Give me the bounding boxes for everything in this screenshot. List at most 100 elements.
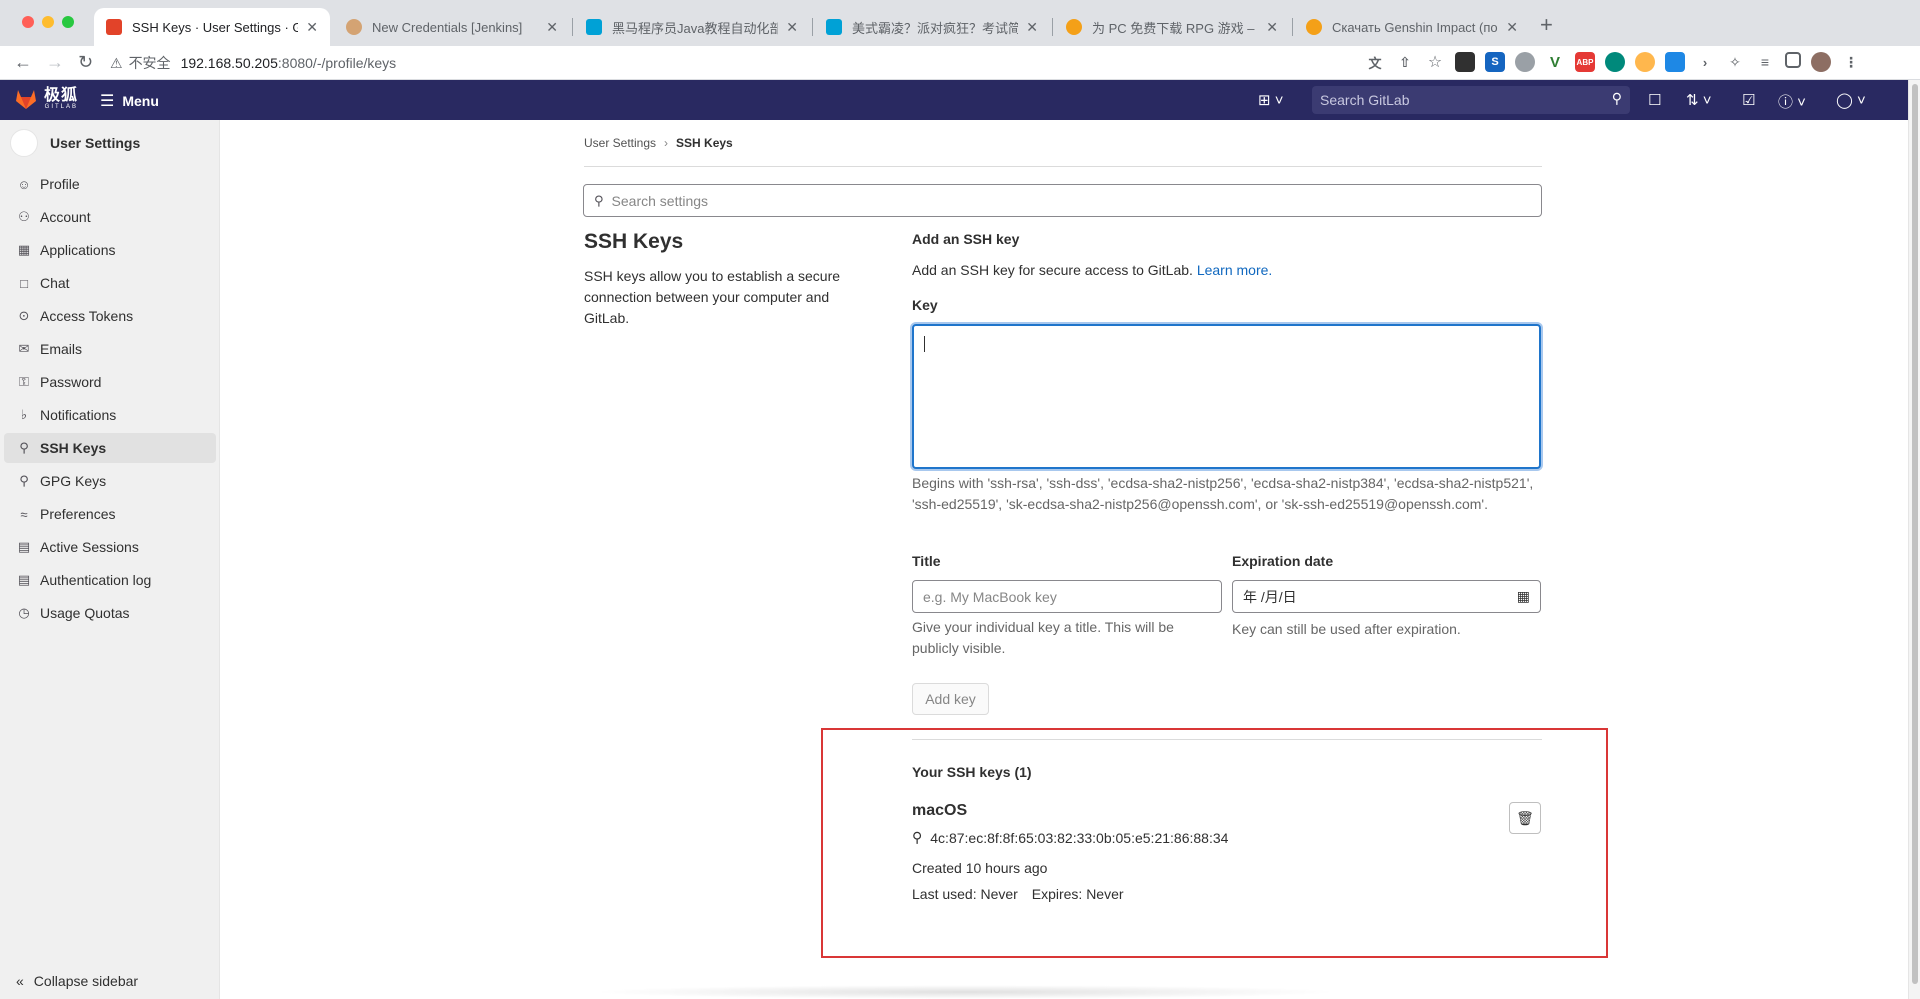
reading-list-icon[interactable]: ≡ — [1755, 52, 1775, 72]
tab-close-icon[interactable]: ✕ — [1266, 19, 1278, 36]
add-key-button[interactable]: Add key — [912, 683, 989, 715]
breadcrumb: User Settings › SSH Keys — [584, 136, 733, 150]
minimize-window-button[interactable] — [42, 16, 54, 28]
tab-separator — [1052, 18, 1053, 36]
issues-icon[interactable]: ☐ — [1648, 91, 1661, 109]
tab-close-icon[interactable]: ✕ — [1026, 19, 1038, 36]
forward-arrow-icon[interactable]: → — [46, 52, 64, 73]
todo-icon[interactable]: ☑ — [1742, 91, 1755, 109]
page-scrollbar[interactable] — [1908, 80, 1920, 999]
jenkins-favicon-icon — [346, 19, 362, 35]
browser-tab[interactable]: 为 PC 免费下载 RPG 游戏 – 《原神》 ✕ — [1054, 8, 1290, 46]
adblock-icon[interactable]: ABP — [1575, 52, 1595, 72]
extension-icon[interactable] — [1635, 52, 1655, 72]
key-help-text: Begins with 'ssh-rsa', 'ssh-dss', 'ecdsa… — [912, 475, 1534, 512]
search-placeholder: Search GitLab — [1320, 92, 1410, 108]
tab-close-icon[interactable]: ✕ — [786, 19, 798, 36]
sidebar-item-applications[interactable]: ▦ Applications — [4, 235, 216, 265]
search-settings-input[interactable]: ⚲ Search settings — [583, 184, 1542, 217]
search-gitlab-input[interactable]: Search GitLab ⚲ — [1312, 86, 1630, 114]
scrollbar-thumb[interactable] — [1912, 84, 1918, 984]
profile-avatar-icon[interactable] — [1811, 52, 1831, 72]
reload-icon[interactable]: ↻ — [78, 52, 93, 73]
browser-menu-icon[interactable]: ⋮ — [1841, 52, 1861, 72]
browser-tab[interactable]: New Credentials [Jenkins] ✕ — [334, 8, 570, 46]
trash-icon: 🗑 — [1516, 809, 1534, 826]
sidebar-item-usage-quotas[interactable]: ◷ Usage Quotas — [4, 598, 216, 628]
sidebar-item-emails[interactable]: ✉ Emails — [4, 334, 216, 364]
breadcrumb-current[interactable]: SSH Keys — [676, 136, 733, 150]
breadcrumb-parent[interactable]: User Settings — [584, 136, 656, 150]
quota-icon: ◷ — [18, 605, 30, 620]
sidebar-item-profile[interactable]: ☺ Profile — [4, 169, 216, 199]
sidebar-item-preferences[interactable]: ≈ Preferences — [4, 499, 216, 529]
preferences-icon: ≈ — [20, 506, 28, 522]
chevron-right-icon: › — [664, 136, 669, 150]
insecure-label: 不安全 — [128, 55, 171, 71]
menu-button[interactable]: ☰ Menu — [100, 91, 159, 111]
browser-tab[interactable]: Скачать Genshin Impact (последняя версия… — [1294, 8, 1530, 46]
close-window-button[interactable] — [22, 16, 34, 28]
new-item-dropdown-icon[interactable]: ⊞ ˅ — [1258, 91, 1284, 109]
sidebar-item-label: SSH Keys — [40, 440, 107, 456]
sidebar-item-authentication-log[interactable]: ▤ Authentication log — [4, 565, 216, 595]
ssh-key-title[interactable]: macOS — [912, 802, 967, 820]
last-used-text: Last used: Never — [912, 886, 1018, 902]
merge-requests-icon[interactable]: ⇅ ˅ — [1686, 91, 1712, 109]
sidebar-item-password[interactable]: ⚿ Password — [4, 367, 216, 397]
extension-icon[interactable] — [1515, 52, 1535, 72]
sidebar-item-label: Notifications — [40, 407, 117, 423]
extension-v-icon[interactable]: V — [1545, 52, 1565, 72]
sidebar-item-access-tokens[interactable]: ⊙ Access Tokens — [4, 301, 216, 331]
sidebar-title[interactable]: User Settings — [10, 129, 140, 157]
translate-extension-icon[interactable] — [1665, 52, 1685, 72]
tab-title: 为 PC 免费下载 RPG 游戏 – 《原神》 — [1092, 20, 1258, 36]
share-icon[interactable]: ⇧ — [1395, 52, 1415, 72]
calendar-icon[interactable]: ▦ — [1517, 588, 1530, 605]
extension-s-icon[interactable]: S — [1485, 52, 1505, 72]
help-icon[interactable]: ⓘ ˅ — [1778, 91, 1806, 112]
sidebar-item-gpg-keys[interactable]: ⚲ GPG Keys — [4, 466, 216, 496]
key-textarea[interactable] — [912, 324, 1541, 469]
ssh-keys-list-heading: Your SSH keys (1) — [912, 764, 1032, 780]
address-bar[interactable]: ⚠ 不安全 192.168.50.205 :8080/-/profile/key… — [110, 50, 1460, 76]
browser-tab[interactable]: 黑马程序员Java教程自动化部署 ✕ — [574, 8, 810, 46]
browser-tab[interactable]: 美式霸凌？派对疯狂？考试简单？ ✕ — [814, 8, 1050, 46]
learn-more-link[interactable]: Learn more. — [1197, 262, 1272, 278]
tab-title: SSH Keys · User Settings · GitLab — [132, 19, 299, 35]
tab-close-icon[interactable]: ✕ — [1506, 19, 1518, 36]
sidebar-toggle-icon[interactable] — [1785, 52, 1801, 68]
new-tab-button[interactable]: + — [1540, 12, 1553, 38]
sidebar-item-label: Active Sessions — [40, 539, 139, 555]
sidebar-item-chat[interactable]: □ Chat — [4, 268, 216, 298]
tab-title: 美式霸凌？派对疯狂？考试简单？ — [852, 20, 1019, 36]
title-input[interactable]: e.g. My MacBook key — [912, 580, 1222, 613]
maximize-window-button[interactable] — [62, 16, 74, 28]
sidebar-item-account[interactable]: ⚇ Account — [4, 202, 216, 232]
expiration-date-input[interactable]: 年 /月/日 ▦ — [1232, 580, 1541, 613]
browser-tab[interactable]: SSH Keys · User Settings · GitLab ✕ — [94, 8, 330, 46]
genshin-favicon-icon — [1306, 19, 1322, 35]
back-arrow-icon[interactable]: ← — [14, 52, 32, 73]
chat-icon: □ — [20, 275, 28, 291]
tab-close-icon[interactable]: ✕ — [306, 19, 318, 36]
extension-icon[interactable] — [1605, 52, 1625, 72]
sidebar-item-notifications[interactable]: ♭ Notifications — [4, 400, 216, 430]
collapse-sidebar-button[interactable]: « Collapse sidebar — [16, 973, 138, 989]
tab-close-icon[interactable]: ✕ — [546, 19, 558, 36]
key-label: Key — [912, 297, 938, 313]
sidebar-item-label: Applications — [40, 242, 116, 258]
puzzle-icon[interactable]: ✧ — [1725, 52, 1745, 72]
sidebar-item-active-sessions[interactable]: ▤ Active Sessions — [4, 532, 216, 562]
sidebar-item-label: Preferences — [40, 506, 116, 522]
delete-key-button[interactable]: 🗑 — [1509, 802, 1541, 834]
gitlab-logo[interactable]: 极狐 GITLAB — [14, 88, 78, 110]
extension-icon[interactable] — [1455, 52, 1475, 72]
brand-name: 极狐 — [44, 87, 79, 104]
bookmark-star-icon[interactable]: ☆ — [1425, 52, 1445, 72]
user-avatar-icon[interactable]: ◯ ˅ — [1836, 91, 1866, 109]
extension-icon[interactable]: › — [1695, 52, 1715, 72]
translate-icon[interactable]: 文 — [1365, 52, 1385, 72]
lock-icon: ⚿ — [19, 374, 29, 389]
sidebar-item-ssh-keys[interactable]: ⚲ SSH Keys — [4, 433, 216, 463]
